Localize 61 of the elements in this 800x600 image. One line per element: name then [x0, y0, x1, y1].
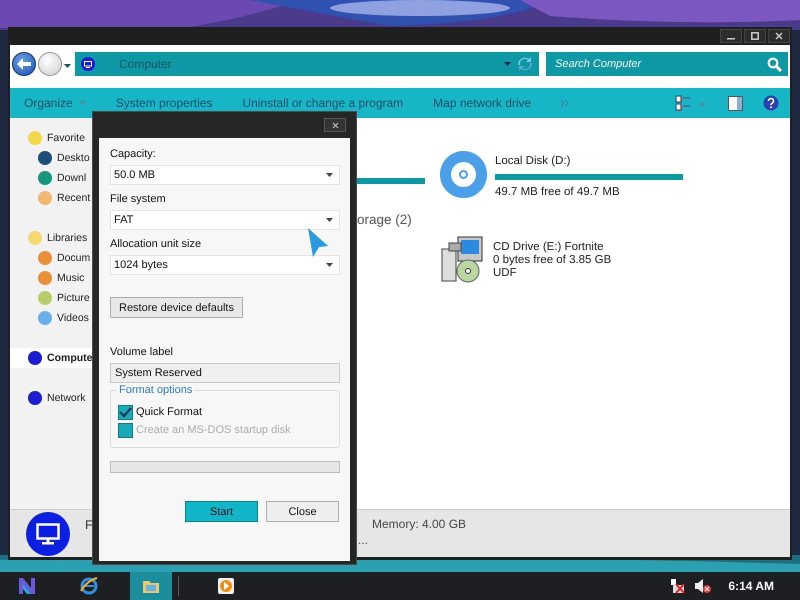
minimize-button[interactable]: [720, 29, 742, 43]
usage-bar: [357, 178, 425, 184]
close-button[interactable]: [768, 29, 790, 43]
back-button[interactable]: [12, 52, 36, 76]
computer-icon: [26, 512, 70, 556]
help-icon[interactable]: [763, 95, 779, 111]
toolbar-button[interactable]: System properties: [116, 96, 212, 110]
checkbox-label: Quick Format: [136, 406, 202, 418]
search-field[interactable]: Search Computer: [546, 52, 788, 76]
folder-icon: [142, 578, 160, 594]
dropdown[interactable]: 1024 bytes: [110, 255, 340, 275]
field-label: Capacity:: [110, 148, 157, 160]
search-icon[interactable]: [767, 57, 782, 72]
caret-icon: [78, 101, 86, 105]
disk-icon[interactable]: [440, 151, 487, 198]
pointer-icon: [307, 227, 329, 259]
toolbar-button[interactable]: Organize: [24, 96, 86, 110]
arrow-icon: [17, 58, 31, 70]
toolbar-button[interactable]: Map network drive: [433, 96, 532, 110]
group-heading: orage (2): [357, 212, 413, 227]
input-field[interactable]: System Reserved: [110, 363, 340, 383]
dialog-button[interactable]: Start: [185, 501, 258, 522]
browser-icon: [80, 577, 98, 595]
caret-icon: [504, 62, 511, 66]
close-icon: [775, 32, 783, 40]
memory-text: Memory: 4.00 GB: [372, 517, 466, 531]
computer-name: F: [84, 518, 94, 532]
media-icon: [217, 577, 235, 595]
maximize-icon: [751, 32, 759, 40]
file-system: UDF: [493, 267, 518, 279]
group-title: Format options: [117, 384, 194, 396]
toolbar-button[interactable]: Uninstall or change a program: [242, 96, 404, 110]
checkbox-label: Create an MS-DOS startup disk: [136, 424, 291, 436]
caret-icon: [64, 64, 71, 68]
computer-icon: [81, 57, 95, 71]
field-label: File system: [110, 193, 167, 205]
drive-name[interactable]: Local Disk (D:): [495, 155, 683, 167]
preview-pane-icon[interactable]: [728, 96, 743, 110]
caret-icon: [326, 218, 333, 222]
dialog-button[interactable]: Close: [266, 501, 339, 522]
field-label: Allocation unit size: [110, 238, 202, 250]
checkbox[interactable]: [118, 404, 133, 420]
close-button[interactable]: [324, 118, 346, 132]
network-icon[interactable]: [670, 578, 686, 594]
more-text: ...: [358, 533, 370, 547]
maximize-button[interactable]: [744, 29, 766, 43]
free-space: 0 bytes free of 3.85 GB: [493, 254, 612, 266]
logo-icon: [18, 578, 36, 594]
clock[interactable]: 6:14 AM: [728, 579, 774, 593]
caret-icon: [326, 173, 333, 177]
dropdown[interactable]: FAT: [110, 210, 340, 230]
caret-icon: [326, 263, 333, 267]
address-text: Computer: [119, 57, 173, 71]
dropdown[interactable]: 50.0 MB: [110, 165, 340, 185]
restore-button[interactable]: Restore device defaults: [110, 297, 243, 318]
muted-speaker-icon[interactable]: [694, 578, 712, 594]
view-options-icon[interactable]: [675, 95, 691, 111]
drive-name[interactable]: CD Drive (E:) Fortnite: [493, 241, 612, 253]
free-space: 49.7 MB free of 49.7 MB: [495, 186, 621, 198]
caret-icon: [699, 103, 706, 107]
close-icon: [332, 122, 338, 128]
